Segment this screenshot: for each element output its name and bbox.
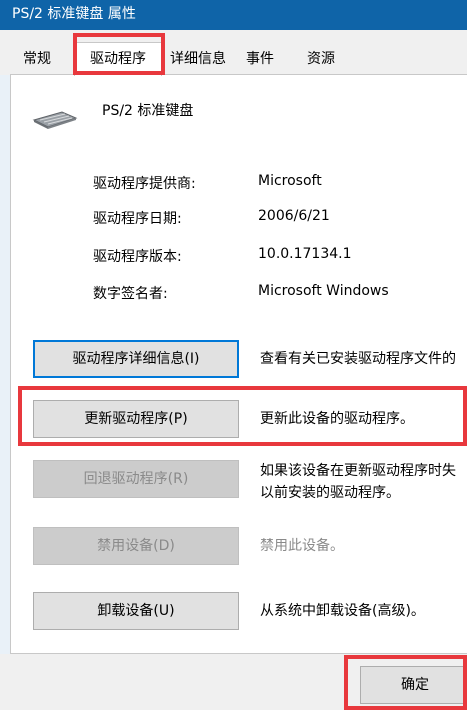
disable-device-description: 禁用此设备。: [260, 538, 344, 554]
keyboard-icon: [32, 111, 78, 129]
signer-label: 数字签名者:: [93, 286, 168, 302]
tab-events[interactable]: 事件: [236, 45, 284, 75]
uninstall-device-description: 从系统中卸载设备(高级)。: [260, 603, 425, 619]
provider-value: Microsoft: [258, 173, 322, 189]
ok-button[interactable]: 确定: [360, 666, 467, 704]
tab-details[interactable]: 详细信息: [162, 45, 234, 75]
rollback-driver-description: 如果该设备在更新驱动程序时失 以前安装的驱动程序。: [260, 463, 456, 501]
date-label: 驱动程序日期:: [93, 211, 182, 227]
disable-device-button[interactable]: 禁用设备(D): [33, 527, 239, 565]
tab-resources[interactable]: 资源: [296, 45, 346, 75]
provider-label: 驱动程序提供商:: [93, 176, 196, 192]
tab-strip: 常规 驱动程序 详细信息 事件 资源: [0, 30, 467, 76]
update-driver-button[interactable]: 更新驱动程序(P): [33, 400, 239, 438]
rollback-driver-button[interactable]: 回退驱动程序(R): [33, 460, 239, 498]
tab-driver[interactable]: 驱动程序: [74, 42, 162, 76]
driver-details-description: 查看有关已安装驱动程序文件的: [260, 351, 456, 367]
driver-details-button[interactable]: 驱动程序详细信息(I): [33, 340, 239, 378]
tab-general[interactable]: 常规: [14, 45, 60, 75]
window-title: PS/2 标准键盘 属性: [12, 6, 136, 22]
version-label: 驱动程序版本:: [93, 249, 182, 265]
device-name: PS/2 标准键盘: [102, 103, 194, 119]
version-value: 10.0.17134.1: [258, 246, 352, 262]
uninstall-device-button[interactable]: 卸载设备(U): [33, 592, 239, 630]
signer-value: Microsoft Windows: [258, 283, 389, 299]
date-value: 2006/6/21: [258, 208, 330, 224]
title-bar: PS/2 标准键盘 属性: [0, 0, 467, 30]
update-driver-description: 更新此设备的驱动程序。: [260, 411, 414, 427]
